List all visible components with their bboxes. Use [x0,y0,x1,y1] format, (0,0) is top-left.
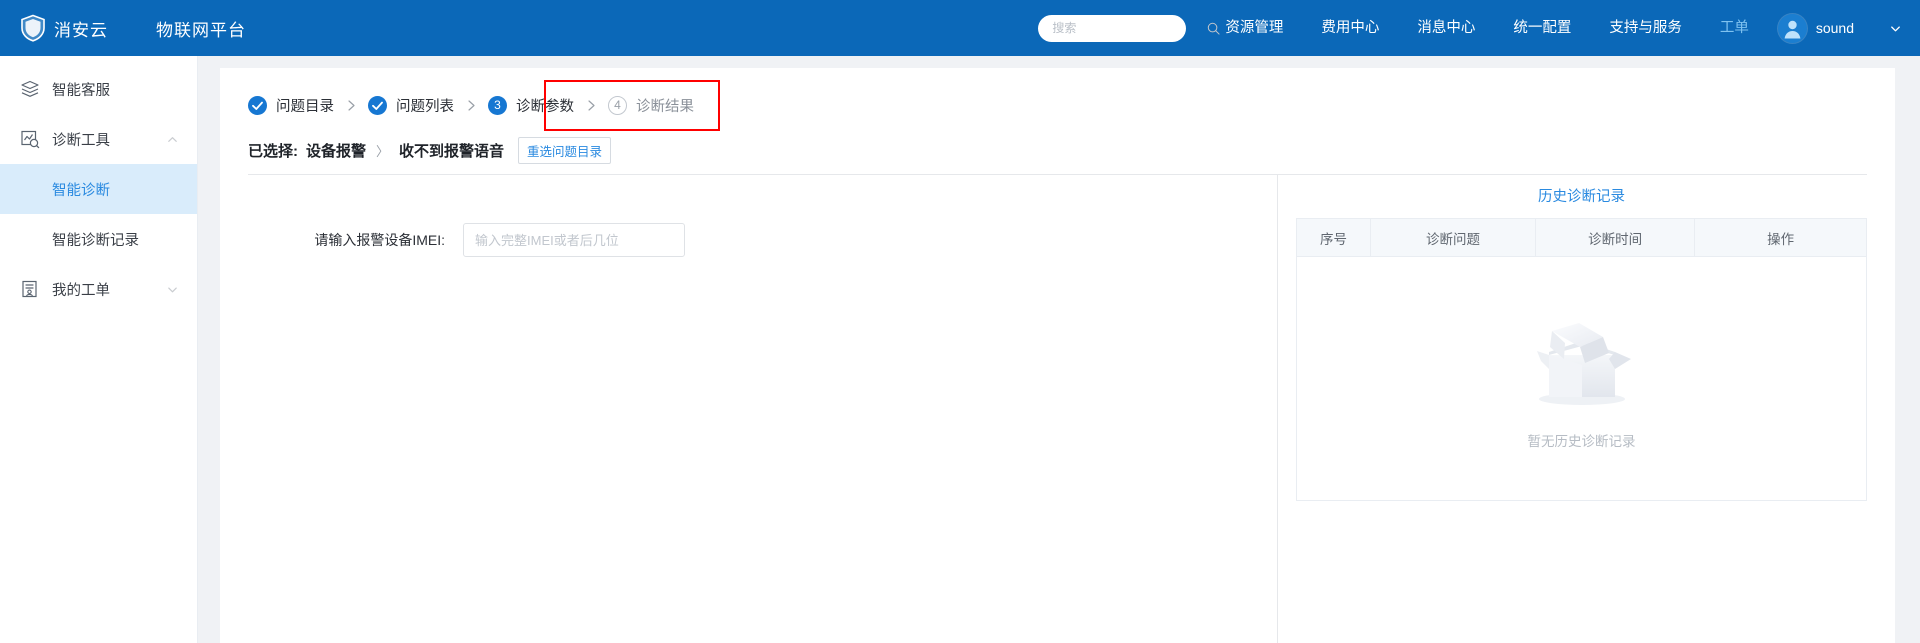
nav-item-support-service[interactable]: 支持与服务 [1590,0,1701,56]
shield-icon [20,14,46,42]
step-indicator: 问题目录 问题列表 3 诊断参数 4 诊断结果 [248,80,1867,131]
step-label-diagnostic-result: 诊断结果 [636,98,694,115]
search-box[interactable] [1038,14,1220,42]
column-header-time: 诊断时间 [1536,219,1696,256]
sidebar-item-my-work-orders[interactable]: 我的工单 [0,264,197,314]
user-avatar-icon [1777,13,1807,43]
chevron-down-icon[interactable] [1889,22,1902,35]
step-number-badge: 4 [608,95,627,115]
step-problem-list[interactable]: 问题列表 [368,95,454,116]
selection-separator-icon: 〉 [376,143,390,159]
imei-field-label: 请输入报警设备IMEI: [314,232,445,248]
step-problem-catalog[interactable]: 问题目录 [248,95,334,116]
nav-item-resource-management[interactable]: 资源管理 [1206,0,1302,56]
parameter-form: 请输入报警设备IMEI: [248,175,1278,643]
selection-summary: 已选择: 设备报警 〉 收不到报警语音 重选问题目录 [248,136,1867,164]
content-card: 问题目录 问题列表 3 诊断参数 4 诊断结果 已选择: 设备报警 〉 收不到报… [220,68,1895,643]
check-circle-icon [368,95,387,115]
header-nav: 资源管理 费用中心 消息中心 统一配置 支持与服务 工单 sound [1038,0,1920,56]
history-panel: 历史诊断记录 序号 诊断问题 诊断时间 操作 暂无历史诊断记录 [1278,175,1867,643]
sidebar-item-diagnosis-records[interactable]: 智能诊断记录 [0,214,197,264]
column-header-problem: 诊断问题 [1371,219,1536,256]
check-circle-icon [248,95,267,115]
imei-field-row: 请输入报警设备IMEI: [248,223,1277,257]
column-header-action: 操作 [1767,231,1795,247]
selection-prefix: 已选择: [248,142,298,160]
reselect-catalog-button[interactable]: 重选问题目录 [518,136,612,164]
chevron-down-icon[interactable] [166,283,179,296]
step-label-problem-list: 问题列表 [396,98,454,115]
top-header-bar: 消安云 物联网平台 资源管理 费用中心 消息中心 统一配置 支持与服务 工单 [0,0,1920,56]
user-name: sound [1815,20,1854,36]
platform-title: 物联网平台 [156,20,246,40]
column-header-index: 序号 [1297,219,1371,256]
search-input[interactable] [1052,21,1208,35]
user-menu[interactable]: sound [1777,13,1902,43]
order-user-icon [20,279,40,299]
sidebar-label-smart-diagnosis: 智能诊断 [52,182,110,199]
sidebar-item-smart-diagnosis[interactable]: 智能诊断 [0,164,197,214]
nav-item-message-center[interactable]: 消息中心 [1398,0,1494,56]
imei-input[interactable] [463,223,685,257]
sidebar-item-smart-service[interactable]: 智能客服 [0,64,197,114]
empty-box-icon [1517,307,1647,422]
sidebar-item-diagnostic-tools[interactable]: 诊断工具 [0,114,197,164]
sidebar-label-smart-service: 智能客服 [52,82,110,99]
sidebar: 智能客服 诊断工具 智能诊断 智能诊断记录 我的工单 [0,56,198,643]
main-content: 问题目录 问题列表 3 诊断参数 4 诊断结果 已选择: 设备报警 〉 收不到报… [198,56,1920,643]
chart-search-icon [20,129,40,149]
app-shell: 智能客服 诊断工具 智能诊断 智能诊断记录 我的工单 问题目录 问题列表 3 诊… [0,56,1920,643]
history-table-header: 序号 诊断问题 诊断时间 操作 [1297,219,1866,257]
nav-item-work-order[interactable]: 工单 [1701,0,1768,56]
sidebar-label-diagnostic-tools: 诊断工具 [52,132,110,149]
step-label-diagnostic-parameters: 诊断参数 [516,98,574,115]
history-table: 序号 诊断问题 诊断时间 操作 暂无历史诊断记录 [1296,218,1867,501]
empty-state-text: 暂无历史诊断记录 [1527,434,1636,449]
body-split: 请输入报警设备IMEI: 历史诊断记录 序号 诊断问题 诊断时间 操作 [248,175,1867,643]
nav-item-unified-config[interactable]: 统一配置 [1494,0,1590,56]
selection-category: 设备报警 [306,142,367,160]
history-title: 历史诊断记录 [1538,189,1625,205]
nav-item-billing-center[interactable]: 费用中心 [1302,0,1398,56]
step-diagnostic-result[interactable]: 4 诊断结果 [608,95,694,116]
selection-issue: 收不到报警语音 [399,142,505,160]
step-number-badge: 3 [488,95,507,115]
sidebar-label-diagnosis-records: 智能诊断记录 [52,232,139,249]
sidebar-label-my-work-orders: 我的工单 [52,282,110,299]
brand-name: 消安云 [54,20,108,40]
step-separator-icon [574,99,608,112]
step-label-problem-catalog: 问题目录 [276,98,334,115]
step-separator-icon [334,99,368,112]
brand-logo[interactable]: 消安云 [20,14,108,42]
step-diagnostic-parameters[interactable]: 3 诊断参数 [488,95,574,116]
chevron-up-icon[interactable] [166,133,179,146]
layers-icon [20,79,40,99]
step-separator-icon [454,99,488,112]
history-empty-state: 暂无历史诊断记录 [1297,257,1866,500]
